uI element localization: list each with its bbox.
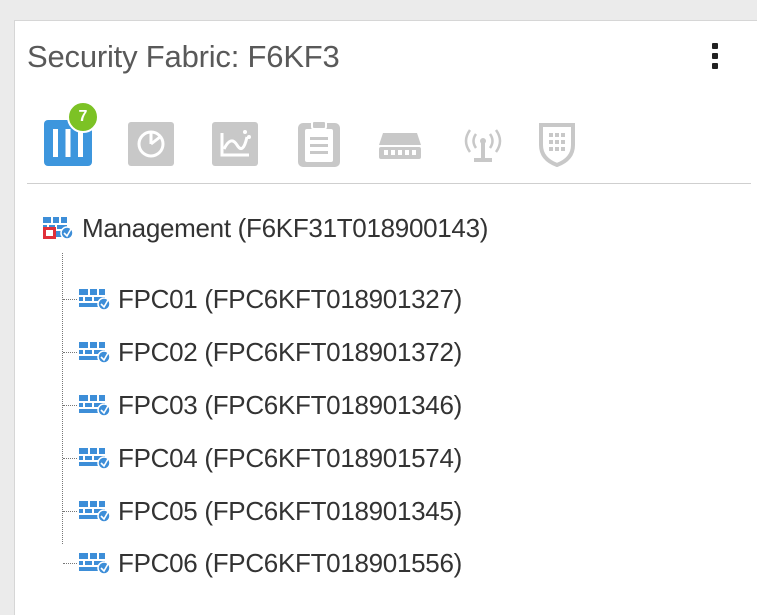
tree-node-fpc02[interactable]: FPC02 (FPC6KFT018901372) <box>78 335 462 369</box>
tree-node-label: FPC01 (FPC6KFT018901327) <box>118 283 462 314</box>
firewall-device-icon <box>78 286 112 312</box>
firewall-device-icon <box>78 550 112 576</box>
tree-node-label: FPC03 (FPC6KFT018901346) <box>118 389 462 420</box>
tree-node-label: FPC04 (FPC6KFT018901574) <box>118 442 462 473</box>
tree-connector <box>63 563 77 564</box>
notification-badge: 7 <box>67 101 99 133</box>
tree-node-label: FPC06 (FPC6KFT018901556) <box>118 547 462 578</box>
firewall-device-icon <box>78 445 112 471</box>
tree-connector <box>63 458 77 459</box>
tree-node-fpc01[interactable]: FPC01 (FPC6KFT018901327) <box>78 282 462 316</box>
tree-node-fpc04[interactable]: FPC04 (FPC6KFT018901574) <box>78 441 462 475</box>
tree-node-root-label: Management (F6KF31T018900143) <box>82 212 489 243</box>
pie-chart-icon[interactable] <box>127 121 175 167</box>
tree-node-root[interactable]: Management (F6KF31T018900143) <box>42 211 488 245</box>
fabric-toolbar: 7 <box>43 101 575 171</box>
tree-node-fpc05[interactable]: FPC05 (FPC6KFT018901345) <box>78 494 462 528</box>
tree-connector <box>63 511 77 512</box>
wireless-ap-icon[interactable] <box>459 125 507 165</box>
widget-title: Security Fabric: F6KF3 <box>27 39 340 74</box>
tree-connector <box>63 352 77 353</box>
tree-connector <box>63 405 77 406</box>
shield-icon[interactable] <box>537 121 577 168</box>
firewall-device-icon <box>78 339 112 365</box>
tree-node-fpc03[interactable]: FPC03 (FPC6KFT018901346) <box>78 388 462 422</box>
switch-icon[interactable] <box>377 131 423 161</box>
security-fabric-widget: Security Fabric: F6KF3 7 Management (F6K… <box>14 20 757 615</box>
line-chart-icon[interactable] <box>211 121 259 167</box>
kebab-menu-icon[interactable] <box>708 41 722 71</box>
firewall-root-icon <box>42 215 76 241</box>
toolbar-divider <box>27 183 751 184</box>
tree-node-label: FPC02 (FPC6KFT018901372) <box>118 336 462 367</box>
firewall-device-icon <box>78 498 112 524</box>
tree-trunk-line <box>62 253 63 544</box>
firewall-columns-icon[interactable]: 7 <box>43 101 99 167</box>
clipboard-icon[interactable] <box>295 119 343 169</box>
firewall-device-icon <box>78 392 112 418</box>
tree-node-fpc06[interactable]: FPC06 (FPC6KFT018901556) <box>78 546 462 580</box>
tree-node-label: FPC05 (FPC6KFT018901345) <box>118 495 462 526</box>
tree-connector <box>63 299 77 300</box>
